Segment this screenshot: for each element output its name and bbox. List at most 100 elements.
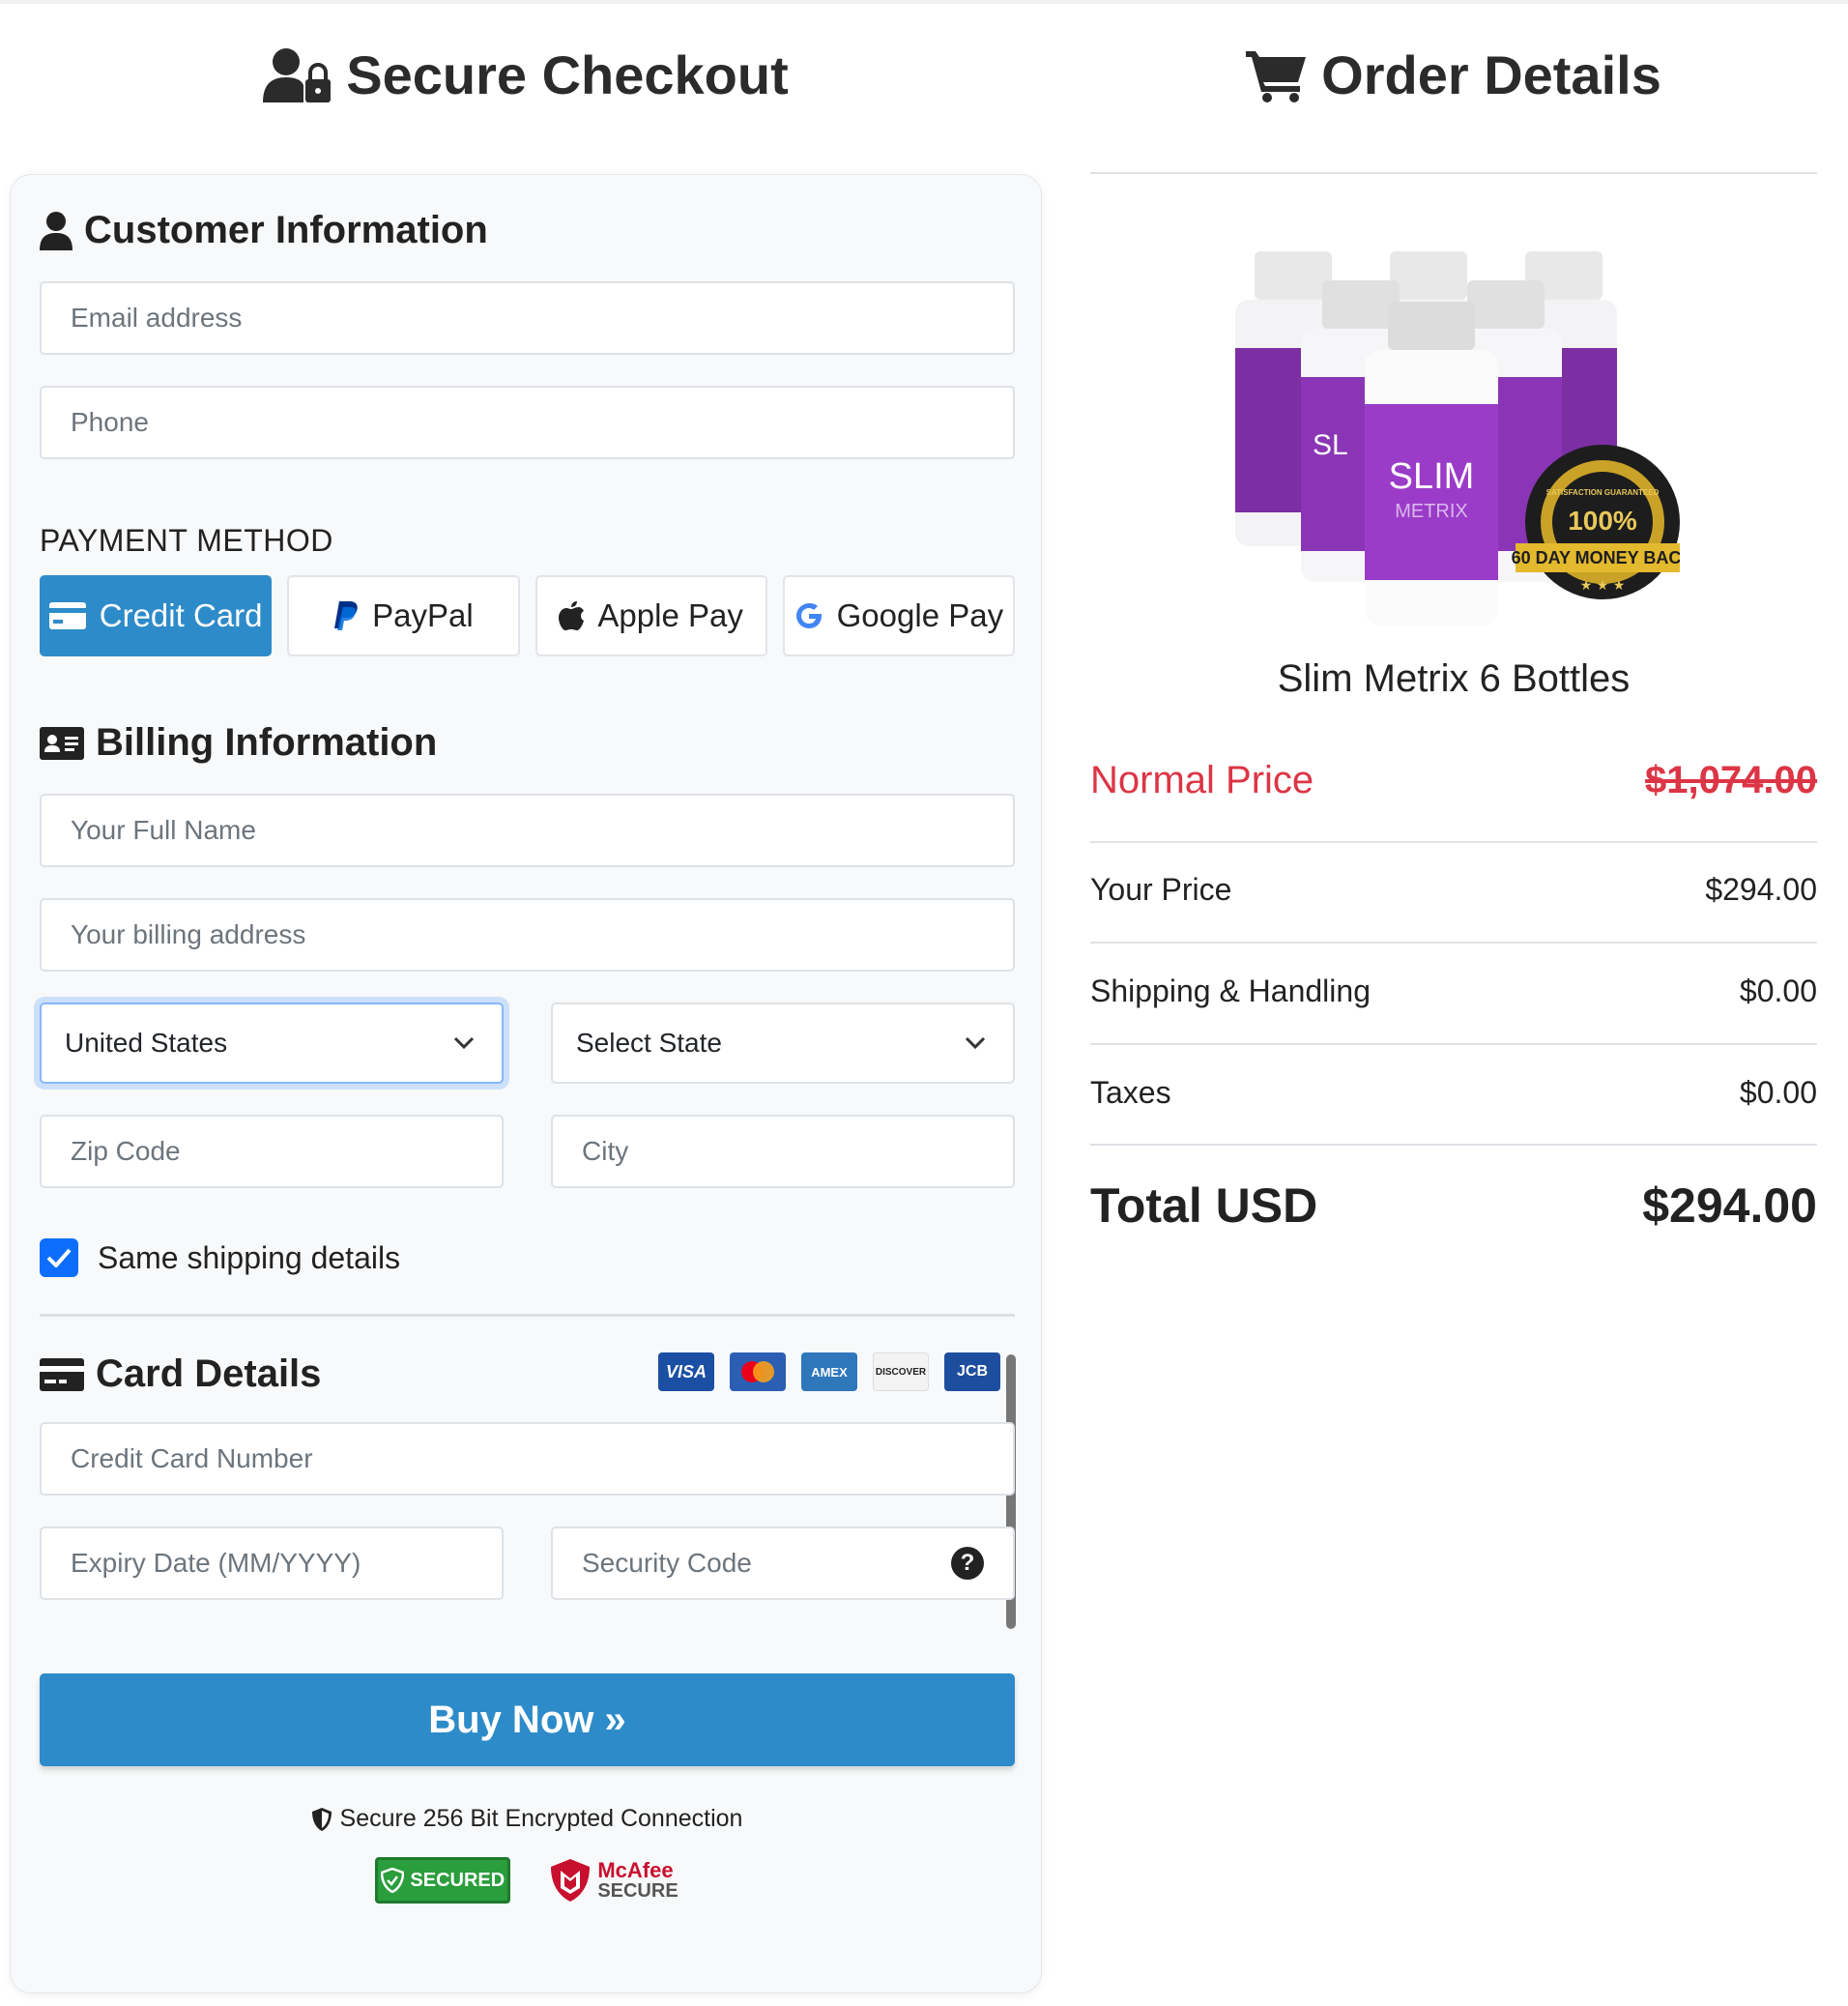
- price-divider: [1090, 942, 1817, 944]
- jcb-logo: JCB: [944, 1352, 1000, 1391]
- secured-badge-text: SECURED: [410, 1869, 505, 1891]
- front-bottle: SLIM METRIX: [1365, 302, 1498, 625]
- shipping-label: Shipping & Handling: [1090, 974, 1371, 1008]
- security-code-placeholder: Security Code: [582, 1548, 752, 1578]
- id-card-icon: [40, 726, 84, 760]
- credit-card-icon: [40, 1357, 84, 1391]
- secure-connection-note: Secure 256 Bit Encrypted Connection: [11, 1805, 1043, 1833]
- mcafee-shield-icon: [551, 1859, 591, 1902]
- your-price-label: Your Price: [1090, 872, 1232, 907]
- product-brand-text: SLIM: [1389, 456, 1475, 497]
- your-price-row: Your Price $294.00: [1090, 872, 1817, 908]
- normal-price-value: $1,074.00: [1645, 759, 1817, 801]
- full-name-placeholder: Your Full Name: [71, 815, 256, 845]
- shield-icon: [311, 1807, 332, 1831]
- product-sub-text: METRIX: [1395, 501, 1468, 522]
- card-brand-logos: VISA AMEX DISCOVER JCB: [658, 1352, 1000, 1391]
- order-title-text: Order Details: [1321, 44, 1661, 105]
- payment-paypal-label: PayPal: [372, 597, 474, 633]
- mastercard-icon: [741, 1361, 774, 1382]
- zip-code-field[interactable]: Zip Code: [40, 1115, 504, 1188]
- user-lock-icon: [263, 47, 332, 102]
- taxes-value: $0.00: [1739, 1075, 1817, 1110]
- payment-google-pay-label: Google Pay: [836, 597, 1004, 633]
- page-title: Secure Checkout: [10, 44, 1042, 106]
- payment-paypal-button[interactable]: PayPal: [287, 575, 520, 656]
- amex-logo: AMEX: [801, 1352, 857, 1391]
- chevron-down-icon: [965, 1036, 986, 1050]
- discover-logo: DISCOVER: [873, 1352, 929, 1391]
- expiry-date-field[interactable]: Expiry Date (MM/YYYY): [40, 1526, 504, 1600]
- check-icon: [46, 1248, 72, 1267]
- card-number-placeholder: Credit Card Number: [71, 1443, 313, 1473]
- shield-check-icon: [381, 1868, 405, 1893]
- payment-credit-card-label: Credit Card: [99, 597, 263, 633]
- payment-google-pay-button[interactable]: Google Pay: [782, 575, 1015, 656]
- city-placeholder: City: [582, 1136, 629, 1166]
- bottle-label: SL: [1313, 429, 1348, 461]
- security-code-field[interactable]: Security Code ?: [551, 1526, 1015, 1600]
- user-icon: [40, 211, 72, 250]
- customer-info-heading: Customer Information: [40, 209, 488, 252]
- chevron-down-icon: [453, 1036, 475, 1050]
- trust-badges: SECURED McAfee SECURE: [11, 1857, 1043, 1904]
- card-number-field[interactable]: Credit Card Number: [40, 1422, 1015, 1496]
- billing-info-heading: Billing Information: [40, 721, 437, 765]
- total-value: $294.00: [1642, 1178, 1817, 1233]
- billing-info-heading-text: Billing Information: [96, 721, 438, 764]
- apple-icon: [559, 601, 585, 630]
- mcafee-secure-badge: McAfee SECURE: [549, 1857, 679, 1904]
- buy-now-button[interactable]: Buy Now »: [40, 1673, 1015, 1766]
- seal-percent-text: 100%: [1568, 506, 1637, 536]
- normal-price-label: Normal Price: [1090, 759, 1314, 801]
- payment-credit-card-button[interactable]: Credit Card: [40, 575, 273, 656]
- shopping-cart-icon: [1246, 50, 1307, 102]
- google-icon: [795, 603, 822, 628]
- top-border: [0, 0, 1848, 4]
- price-divider: [1090, 1043, 1817, 1045]
- mastercard-logo: [730, 1352, 786, 1391]
- seal-stars: ★ ★ ★: [1580, 578, 1626, 594]
- card-details-heading: Card Details: [40, 1352, 321, 1396]
- mcafee-secure-text: SECURE: [597, 1880, 679, 1902]
- product-image: SL SLIM METRIX SATISFACTION GUARANTEED 1…: [1235, 251, 1680, 625]
- price-divider: [1090, 841, 1817, 843]
- email-field[interactable]: Email address: [40, 281, 1015, 355]
- payment-apple-pay-button[interactable]: Apple Pay: [534, 575, 767, 656]
- section-divider: [40, 1314, 1015, 1317]
- taxes-row: Taxes $0.00: [1090, 1075, 1817, 1111]
- shipping-row: Shipping & Handling $0.00: [1090, 974, 1817, 1009]
- phone-placeholder: Phone: [71, 407, 149, 437]
- same-shipping-label[interactable]: Same shipping details: [98, 1240, 400, 1276]
- full-name-field[interactable]: Your Full Name: [40, 794, 1015, 867]
- country-select-value: United States: [65, 1028, 228, 1058]
- state-select-value: Select State: [576, 1028, 722, 1058]
- customer-info-heading-text: Customer Information: [84, 209, 488, 251]
- state-select[interactable]: Select State: [551, 1003, 1015, 1084]
- same-shipping-row: Same shipping details: [40, 1238, 400, 1277]
- phone-field[interactable]: Phone: [40, 386, 1015, 459]
- order-title: Order Details: [1090, 44, 1817, 106]
- seal-ribbon-text: 60 DAY MONEY BACK: [1512, 548, 1680, 567]
- total-row: Total USD $294.00: [1090, 1177, 1817, 1234]
- buy-now-label: Buy Now »: [428, 1698, 626, 1741]
- same-shipping-checkbox[interactable]: [40, 1238, 78, 1277]
- city-field[interactable]: City: [551, 1115, 1015, 1188]
- shipping-value: $0.00: [1739, 974, 1817, 1008]
- question-circle-icon[interactable]: ?: [951, 1547, 984, 1580]
- paypal-icon: [334, 601, 358, 630]
- billing-address-placeholder: Your billing address: [71, 919, 306, 949]
- secure-connection-text: Secure 256 Bit Encrypted Connection: [339, 1805, 743, 1832]
- country-select[interactable]: United States: [40, 1003, 504, 1084]
- payment-method-group: Credit Card PayPal Apple Pay Google Pay: [40, 575, 1015, 658]
- page-title-text: Secure Checkout: [346, 44, 789, 105]
- billing-address-field[interactable]: Your billing address: [40, 898, 1015, 972]
- total-label: Total USD: [1090, 1178, 1318, 1233]
- credit-card-icon: [48, 602, 86, 629]
- expiry-date-placeholder: Expiry Date (MM/YYYY): [71, 1548, 361, 1578]
- order-divider: [1090, 172, 1817, 174]
- seal-top-text: SATISFACTION GUARANTEED: [1546, 488, 1660, 497]
- visa-logo: VISA: [658, 1352, 714, 1391]
- card-details-heading-text: Card Details: [96, 1352, 322, 1395]
- email-placeholder: Email address: [71, 303, 243, 333]
